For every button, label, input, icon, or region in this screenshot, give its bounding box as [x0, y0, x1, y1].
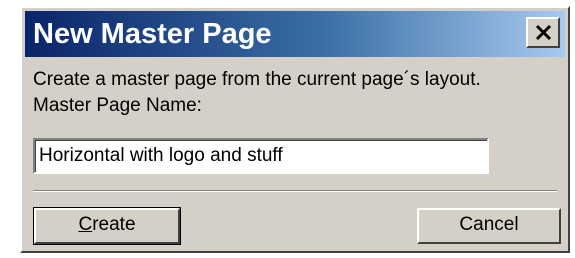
new-master-page-dialog: New Master Page Create a master page fro…	[20, 6, 570, 253]
create-accelerator: C	[78, 214, 93, 235]
close-button[interactable]	[526, 17, 560, 48]
separator	[33, 190, 557, 192]
create-button[interactable]: Create	[34, 208, 180, 244]
cancel-button[interactable]: Cancel	[417, 208, 561, 244]
create-label: reate	[92, 214, 136, 235]
dialog-title: New Master Page	[33, 18, 272, 50]
master-page-name-label: Master Page Name:	[33, 95, 202, 116]
description-text: Create a master page from the current pa…	[33, 69, 481, 90]
master-page-name-input[interactable]	[33, 138, 489, 174]
title-bar[interactable]: New Master Page	[25, 11, 565, 57]
close-icon	[535, 24, 552, 41]
